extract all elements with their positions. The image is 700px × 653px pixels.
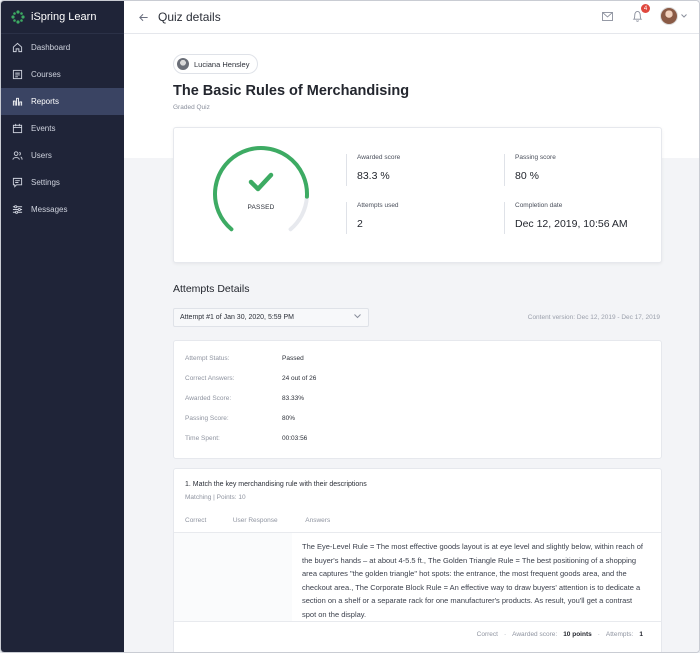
status-label: PASSED — [247, 204, 275, 211]
answer-text: The Eye-Level Rule = The most effective … — [302, 542, 643, 619]
back-arrow-icon[interactable] — [136, 10, 150, 24]
stat-value: 80 % — [515, 170, 539, 182]
detail-row: Awarded Score: 83.33% — [185, 395, 304, 402]
detail-row: Time Spent: 00:03:56 — [185, 435, 307, 442]
sidebar-item-label: Courses — [31, 70, 61, 79]
question-title: 1. Match the key merchandising rule with… — [185, 481, 367, 488]
attempts-section-title: Attempts Details — [173, 283, 250, 295]
calendar-icon — [11, 123, 23, 135]
passing-score-stat: Passing score 80 % — [504, 154, 556, 186]
attempts-used-stat: Attempts used 2 — [346, 202, 399, 234]
page-title: Quiz details — [158, 10, 221, 24]
attempt-select-value: Attempt #1 of Jan 30, 2020, 5:59 PM — [180, 314, 295, 321]
detail-key: Attempt Status: — [185, 355, 230, 362]
sidebar-item-reports[interactable]: Reports — [1, 88, 124, 115]
question-meta: Matching | Points: 10 — [185, 494, 246, 501]
stat-label: Completion date — [515, 202, 563, 209]
sidebar-item-label: Users — [31, 151, 52, 160]
notification-badge: 4 — [641, 4, 650, 13]
score-gauge: PASSED — [207, 144, 315, 244]
chevron-down-icon — [681, 14, 687, 18]
attempt-details-card: Attempt Status: Passed Correct Answers: 24… — [173, 340, 662, 459]
user-menu[interactable] — [660, 7, 687, 25]
footer-status: Correct — [476, 631, 498, 638]
sidebar: iSpring Learn Dashboard Courses Reports … — [1, 1, 124, 652]
question-card: 1. Match the key merchandising rule with… — [173, 468, 662, 652]
sidebar-item-label: Events — [31, 124, 56, 133]
detail-key: Awarded Score: — [185, 395, 232, 402]
col-answers: Answers — [305, 517, 331, 524]
stat-label: Awarded score — [357, 154, 401, 161]
col-user-response: User Response — [232, 517, 278, 524]
detail-key: Time Spent: — [185, 435, 220, 442]
sidebar-item-events[interactable]: Events — [1, 115, 124, 142]
detail-key: Passing Score: — [185, 415, 229, 422]
footer-attempts-label: Attempts: — [605, 631, 634, 638]
avatar — [660, 7, 678, 25]
detail-key: Correct Answers: — [185, 375, 235, 382]
sidebar-nav: Dashboard Courses Reports Events Users S… — [1, 34, 124, 223]
notifications-bell-icon[interactable]: 4 — [630, 4, 650, 23]
top-bar: Quiz details 4 — [124, 1, 699, 34]
chevron-down-icon — [354, 314, 361, 319]
stat-value: 2 — [357, 218, 363, 230]
courses-icon — [11, 69, 23, 81]
detail-row: Attempt Status: Passed — [185, 355, 304, 362]
sidebar-item-label: Messages — [31, 205, 68, 214]
sidebar-item-label: Dashboard — [31, 43, 71, 52]
detail-value: 83.33% — [282, 395, 305, 402]
user-chip[interactable]: Luciana Hensley — [173, 54, 259, 74]
question-table-header: Correct User Response Answers — [185, 517, 330, 524]
detail-value: 24 out of 26 — [282, 375, 317, 382]
user-name: Luciana Hensley — [194, 59, 250, 69]
brand-name: iSpring Learn — [31, 11, 97, 23]
summary-card: PASSED Awarded score 83.3 % Passing scor… — [173, 127, 662, 263]
detail-row: Correct Answers: 24 out of 26 — [185, 375, 316, 382]
sidebar-item-courses[interactable]: Courses — [1, 61, 124, 88]
separator-dot: · — [503, 631, 507, 638]
stat-value: Dec 12, 2019, 10:56 AM — [515, 218, 628, 230]
sliders-icon — [11, 204, 23, 216]
completion-date-stat: Completion date Dec 12, 2019, 10:56 AM — [504, 202, 628, 234]
detail-value: Passed — [282, 355, 304, 362]
quiz-title: The Basic Rules of Merchandising — [173, 83, 410, 99]
app-window: iSpring Learn Dashboard Courses Reports … — [0, 0, 700, 653]
footer-score-label: Awarded score: — [512, 631, 558, 638]
awarded-score-stat: Awarded score 83.3 % — [346, 154, 400, 186]
settings-icon — [11, 177, 23, 189]
stat-label: Passing score — [515, 154, 556, 161]
question-answer-row: The Eye-Level Rule = The most effective … — [174, 533, 661, 621]
col-correct: Correct — [185, 517, 207, 524]
chart-icon — [11, 96, 23, 108]
content-version: Content version: Dec 12, 2019 - Dec 17, … — [527, 314, 660, 321]
sidebar-item-dashboard[interactable]: Dashboard — [1, 34, 124, 61]
users-icon — [11, 150, 23, 162]
mail-icon[interactable] — [600, 9, 614, 23]
detail-value: 80% — [282, 415, 296, 422]
question-footer: Correct · Awarded score: 10 points · Att… — [174, 621, 661, 650]
brand[interactable]: iSpring Learn — [1, 1, 124, 34]
main-content: Luciana Hensley The Basic Rules of Merch… — [124, 34, 699, 652]
attempt-select[interactable]: Attempt #1 of Jan 30, 2020, 5:59 PM — [173, 308, 369, 327]
home-icon — [11, 42, 23, 54]
quiz-type: Graded Quiz — [173, 104, 210, 111]
sidebar-item-label: Settings — [31, 178, 60, 187]
sidebar-item-users[interactable]: Users — [1, 142, 124, 169]
footer-score-value: 10 points — [563, 631, 592, 638]
stat-value: 83.3 % — [357, 170, 390, 182]
gauge-ring — [213, 146, 309, 232]
footer-attempts-value: 1 — [639, 631, 643, 638]
sidebar-item-label: Reports — [31, 97, 60, 106]
stat-label: Attempts used — [357, 202, 399, 209]
check-icon — [248, 172, 274, 192]
user-avatar — [177, 58, 189, 70]
detail-value: 00:03:56 — [282, 435, 308, 442]
ispring-logo-icon — [11, 10, 25, 24]
sidebar-item-messages[interactable]: Messages — [1, 196, 124, 223]
detail-row: Passing Score: 80% — [185, 415, 295, 422]
sidebar-item-settings[interactable]: Settings — [1, 169, 124, 196]
separator-dot: · — [597, 631, 600, 638]
header-actions: 4 — [600, 4, 687, 25]
